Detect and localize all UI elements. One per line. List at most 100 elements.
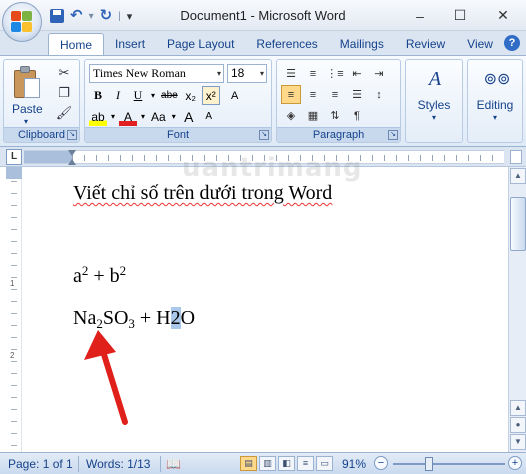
increase-indent-icon[interactable]: ⇥: [369, 64, 389, 83]
clipboard-tools: ✂ ❐ 🖌: [56, 65, 73, 121]
document-line-1[interactable]: Viết chỉ số trên dưới trong Word: [73, 182, 332, 205]
align-left-icon[interactable]: ≡: [281, 85, 301, 104]
previous-page-icon[interactable]: ▲: [510, 400, 526, 416]
tab-mailings[interactable]: Mailings: [329, 33, 395, 55]
paragraph-launcher-icon[interactable]: ↘: [388, 130, 398, 140]
print-layout-view-icon[interactable]: ▤: [240, 456, 257, 471]
underline-dropdown-icon[interactable]: ▾: [149, 86, 157, 105]
zoom-in-button[interactable]: +: [508, 456, 522, 470]
highlight-color-button[interactable]: ab: [89, 107, 107, 126]
text-plus-h: + H: [134, 307, 171, 329]
change-case-dropdown-icon[interactable]: ▾: [170, 107, 178, 126]
watermark-logo: uantrimang: [182, 153, 363, 183]
font-row-2: B I U ▾ abe x₂ x² A: [89, 86, 244, 105]
subscript-button[interactable]: x₂: [182, 86, 200, 105]
tab-view[interactable]: View: [456, 33, 504, 55]
scroll-up-icon[interactable]: ▲: [510, 168, 526, 184]
tab-references[interactable]: References: [245, 33, 328, 55]
cut-icon[interactable]: ✂: [56, 65, 72, 81]
styles-icon: A: [428, 67, 442, 90]
zoom-level[interactable]: 91%: [342, 456, 366, 472]
font-launcher-icon[interactable]: ↘: [259, 130, 269, 140]
align-right-icon[interactable]: ≡: [325, 85, 345, 104]
justify-icon[interactable]: ☰: [347, 85, 367, 104]
selected-text[interactable]: 2: [170, 307, 181, 329]
vertical-ruler[interactable]: 1 2: [6, 167, 22, 452]
tab-insert[interactable]: Insert: [104, 33, 156, 55]
editing-button[interactable]: Editing: [468, 98, 522, 112]
font-size-combo[interactable]: 18 ▾: [227, 64, 267, 83]
clipboard-launcher-icon[interactable]: ↘: [67, 130, 77, 140]
line-spacing-icon[interactable]: ↕: [369, 85, 389, 104]
select-browse-object-icon[interactable]: ●: [510, 417, 526, 433]
office-button[interactable]: [2, 2, 42, 42]
red-arrow-annotation: [84, 330, 128, 425]
paste-icon[interactable]: [14, 66, 42, 98]
styles-button[interactable]: Styles: [406, 98, 462, 112]
outline-view-icon[interactable]: ≡: [297, 456, 314, 471]
editing-dropdown-icon[interactable]: ▾: [468, 113, 522, 122]
zoom-out-button[interactable]: −: [374, 456, 388, 470]
view-ruler-icon[interactable]: [510, 150, 522, 164]
highlight-dropdown-icon[interactable]: ▾: [109, 107, 117, 126]
numbering-icon[interactable]: ≡: [303, 64, 323, 83]
tab-page-layout[interactable]: Page Layout: [156, 33, 245, 55]
paste-button[interactable]: Paste: [12, 102, 43, 116]
grow-font-button[interactable]: A: [180, 107, 198, 126]
borders-icon[interactable]: ▦: [303, 106, 323, 125]
format-painter-icon[interactable]: 🖌: [56, 105, 73, 121]
copy-icon[interactable]: ❐: [56, 85, 72, 101]
help-icon[interactable]: ?: [504, 35, 520, 51]
show-hide-button[interactable]: ¶: [347, 106, 367, 125]
document-line-3[interactable]: Na2SO3 + H2O: [73, 307, 195, 330]
paste-dropdown-icon[interactable]: ▾: [24, 117, 28, 126]
font-name-value: Times New Roman: [93, 66, 186, 80]
underline-button[interactable]: U: [129, 86, 147, 105]
zoom-slider-thumb[interactable]: [425, 457, 433, 471]
bullets-icon[interactable]: ☰: [281, 64, 301, 83]
font-color-button[interactable]: A: [119, 107, 138, 126]
maximize-button[interactable]: ☐: [440, 0, 480, 31]
title-bar: ↶ ▾ ↻ | ▾ Document1 - Microsoft Word – ☐…: [0, 0, 526, 31]
change-case-button[interactable]: Aa: [149, 107, 168, 126]
bold-button[interactable]: B: [89, 86, 107, 105]
vertical-scrollbar[interactable]: ▲ ▲ ● ▼: [508, 167, 526, 452]
close-button[interactable]: ✕: [480, 0, 526, 31]
web-layout-view-icon[interactable]: ◧: [278, 456, 295, 471]
word-count[interactable]: Words: 1/13: [86, 456, 150, 472]
tab-home[interactable]: Home: [48, 33, 105, 55]
tab-review[interactable]: Review: [395, 33, 456, 55]
next-page-icon[interactable]: ▼: [510, 434, 526, 450]
font-name-combo[interactable]: Times New Roman ▾: [89, 64, 224, 83]
font-name-dropdown-icon[interactable]: ▾: [217, 65, 221, 82]
scroll-thumb[interactable]: [510, 197, 526, 251]
decrease-indent-icon[interactable]: ⇤: [347, 64, 367, 83]
tab-selector-button[interactable]: L: [6, 149, 22, 165]
text-a: a: [73, 265, 82, 287]
italic-button[interactable]: I: [109, 86, 127, 105]
shrink-font-icon: A: [205, 111, 213, 122]
styles-dropdown-icon[interactable]: ▾: [406, 113, 462, 122]
superscript-button[interactable]: x²: [201, 86, 220, 105]
zoom-slider-track[interactable]: [393, 463, 505, 465]
proofing-icon[interactable]: 📖: [166, 456, 181, 472]
draft-view-icon[interactable]: ▭: [316, 456, 333, 471]
styles-group[interactable]: A Styles ▾: [405, 59, 463, 143]
shading-icon[interactable]: ◈: [281, 106, 301, 125]
page-count[interactable]: Page: 1 of 1: [8, 456, 73, 472]
editing-group[interactable]: ⊚⊚ Editing ▾: [467, 59, 523, 143]
shrink-font-button[interactable]: A: [200, 107, 218, 126]
clear-formatting-button[interactable]: A: [226, 86, 244, 105]
indent-marker-icon[interactable]: [68, 150, 77, 165]
vertical-ruler-number: 1: [10, 279, 15, 288]
multilevel-list-icon[interactable]: ⋮≡: [325, 64, 345, 83]
align-center-icon[interactable]: ≡: [303, 85, 323, 104]
document-line-2[interactable]: a2 + b2: [73, 264, 126, 288]
strikethrough-button[interactable]: abe: [159, 86, 180, 105]
font-color-dropdown-icon[interactable]: ▾: [139, 107, 147, 126]
full-screen-reading-view-icon[interactable]: ▥: [259, 456, 276, 471]
font-size-dropdown-icon[interactable]: ▾: [260, 65, 264, 82]
minimize-button[interactable]: –: [400, 0, 440, 31]
status-separator: [160, 456, 161, 472]
sort-icon[interactable]: ⇅: [325, 106, 345, 125]
